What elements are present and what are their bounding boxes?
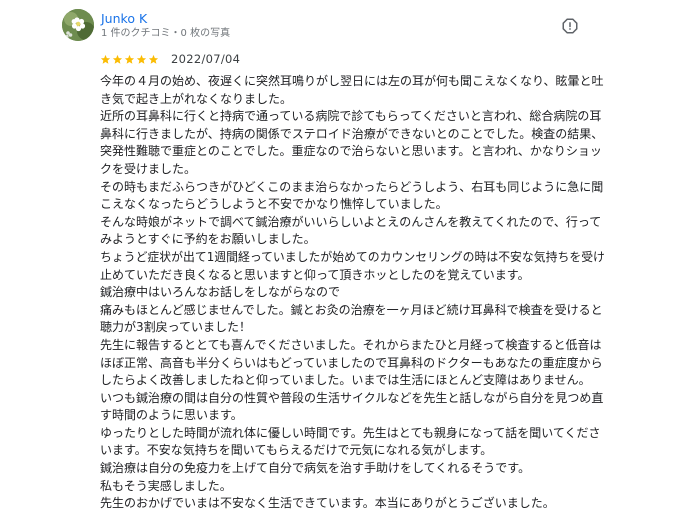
review-text-line: 鍼治療は自分の免疫力を上げて自分で病気を治す手助けをしてくれるそうです。	[100, 461, 531, 476]
review-text-line: ちょうど症状が出て1週間経っていましたが始めてのカウンセリングの時は不安な気持ち…	[100, 249, 605, 264]
review-text: 今年の４月の始め、夜遅くに突然耳鳴りがし翌日には左の耳が何も聞こえなくなり、眩暈…	[100, 73, 605, 513]
star-icon	[100, 54, 111, 64]
review-text-line: したらよく改善しましたねと仰っていました。いまでは生活にほとんど支障はありません…	[100, 373, 591, 388]
star-icon	[148, 54, 159, 64]
star-icon	[124, 54, 135, 64]
review-card: Junko K 1 件のクチコミ・0 枚の写真 2022/07/04 今年の４月…	[0, 0, 700, 510]
review-text-line: 痛みもほとんど感じませんでした。鍼とお灸の治療を一ヶ月ほど続け耳鼻科で検査を受け…	[100, 302, 603, 317]
star-icon	[112, 54, 123, 64]
review-text-line: 聴力が3割戻っていました！	[100, 320, 252, 335]
review-text-line: クを受けました。	[100, 161, 197, 176]
review-text-line: 鼻科に行きましたが、持病の関係でステロイド治療ができないとのことでした。検査の結…	[100, 126, 604, 141]
review-text-line: 私もそう実感しました。	[100, 478, 232, 493]
review-text-line: 止めていただき良くなると思いますと仰って頂きホッとしたのを覚えています。	[100, 267, 530, 282]
review-text-line: ゆったりとした時間が流れ体に優しい時間です。先生はとても親身になって話を聞いてく…	[100, 425, 601, 440]
reviewer-name[interactable]: Junko K	[101, 11, 147, 27]
review-date: 2022/07/04	[171, 52, 241, 66]
review-text-line: 今年の４月の始め、夜遅くに突然耳鳴りがし翌日には左の耳が何も聞こえなくなり、眩暈…	[100, 74, 604, 88]
review-text-line: いつも鍼治療の間は自分の性質や普段の生活サイクルなどを先生と話しながら自分を見つ…	[100, 390, 604, 405]
review-text-line: 近所の耳鼻科に行くと持病で通っている病院で診てもらってくださいと言われ、総合病院…	[100, 109, 602, 124]
star-icon	[136, 54, 147, 64]
review-text-line: こえなくなったらどうしようと不安でかなり憔悴していました。	[100, 197, 448, 212]
review-text-line: います。不安な気持ちを聞いてもらえるだけで元気になれる気がします。	[100, 443, 493, 458]
avatar-photo	[62, 9, 94, 41]
review-text-line: 突発性難聴で重症とのことでした。重症なので治らないと思います。と言われ、かなりシ…	[100, 144, 602, 159]
review-text-line: 先生のおかげでいまは不安なく生活できています。本当にありがとうございました。	[100, 496, 555, 511]
rating-row: 2022/07/04	[100, 51, 240, 67]
star-rating	[100, 54, 159, 65]
review-text-line: みようとすぐに予約をお願いしました。	[100, 232, 316, 247]
review-text-line: 先生に報告するととても喜んでくださいました。それからまたひと月経って検査すると低…	[100, 337, 602, 352]
review-text-line: す時間のように思います。	[100, 408, 243, 423]
review-text-line: き気で起き上がれなくなりました。	[100, 91, 293, 106]
review-text-line: 鍼治療中はいろんなお話しをしながらなので	[100, 285, 341, 300]
review-text-line: ほぼ正常、高音も半分くらいはもどっていましたので耳鼻科のドクターもあなたの重症度…	[100, 355, 603, 370]
review-text-line: その時もまだふらつきがひどくこのまま治らなかったらどうしよう、右耳も同じように急…	[100, 179, 604, 194]
avatar[interactable]	[62, 9, 94, 41]
report-button[interactable]	[559, 15, 581, 37]
review-text-line: そんな時娘がネットで調べて鍼治療がいいらしいよとえのんさんを教えてくれたので、行…	[100, 214, 602, 229]
report-flag-icon	[562, 18, 578, 34]
reviewer-meta: 1 件のクチコミ・0 枚の写真	[101, 28, 231, 39]
